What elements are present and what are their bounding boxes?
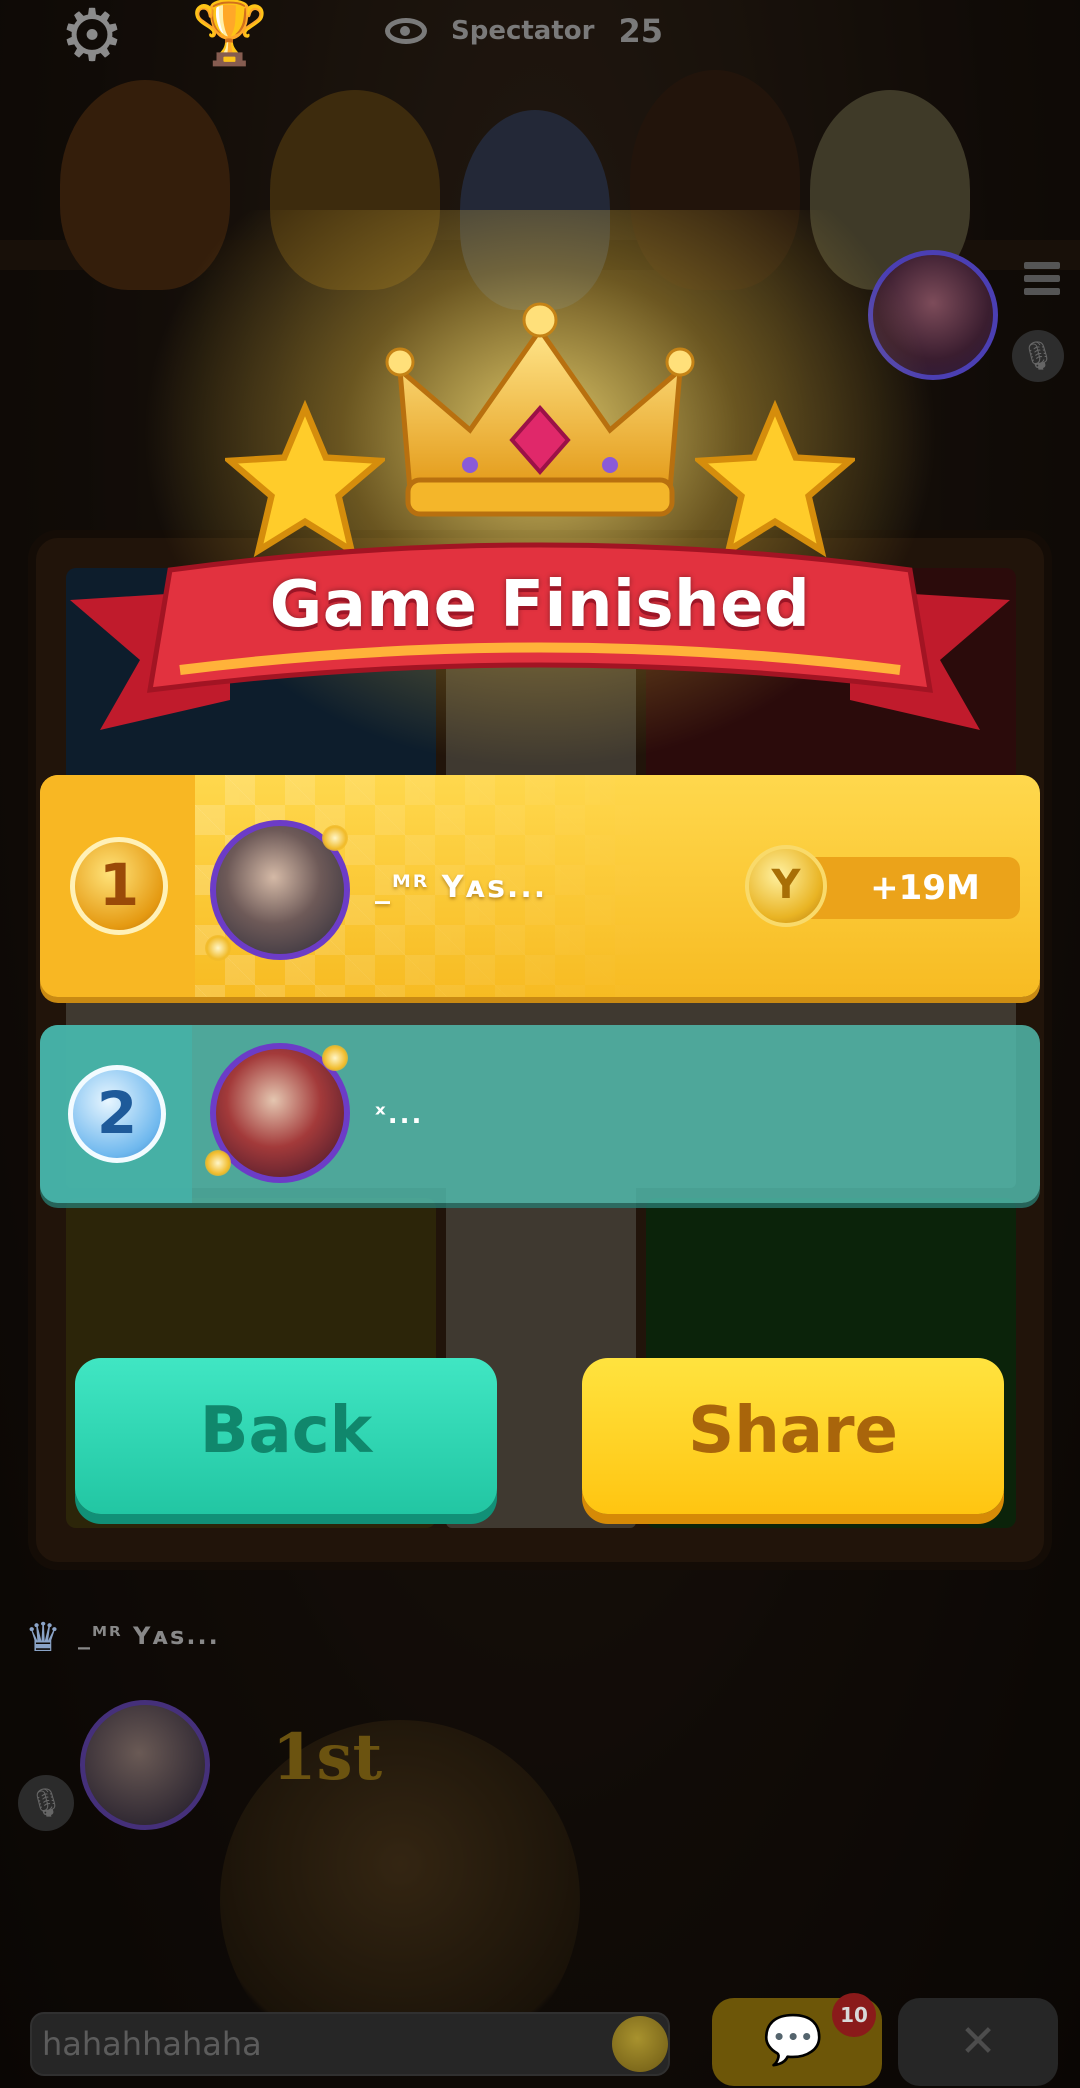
spectator-label: Spectator <box>451 16 595 46</box>
avatar[interactable] <box>80 1700 210 1830</box>
player-name: _ᴹᴿ Yᴀs... <box>375 870 548 905</box>
rank-card-1: 1 _ᴹᴿ Yᴀs... +19M Y <box>40 775 1040 997</box>
chat-input[interactable]: hahahhahaha <box>30 2012 670 2076</box>
place-label: 1st <box>272 1720 383 1795</box>
crown-icon: ♛ <box>25 1615 61 1661</box>
menu-icon[interactable] <box>1024 262 1060 310</box>
rank-badge-2: 2 <box>68 1065 166 1163</box>
coin-icon: Y <box>745 845 827 927</box>
player-name: _ᴹᴿ Yᴀs... <box>78 1622 220 1650</box>
crown-icon <box>385 302 695 517</box>
emoji-icon[interactable] <box>612 2016 668 2072</box>
rank-badge-1: 1 <box>70 837 168 935</box>
mic-icon[interactable]: 🎙 <box>18 1775 74 1831</box>
mic-icon[interactable]: 🎙 <box>1012 330 1064 382</box>
spectator-counter[interactable]: Spectator 25 <box>385 6 663 56</box>
chat-icon: 💬 <box>763 2012 823 2068</box>
sparkle-icon <box>322 825 348 851</box>
trophy-icon[interactable]: 🏆 <box>180 0 280 70</box>
rank-card-2: 2 ˣ... <box>40 1025 1040 1203</box>
back-button[interactable]: Back <box>75 1358 497 1514</box>
sparkle-icon <box>322 1045 348 1071</box>
reward-amount: +19M <box>870 868 980 908</box>
share-button[interactable]: Share <box>582 1358 1004 1514</box>
sparkle-icon <box>205 1150 231 1176</box>
gear-icon[interactable]: ⚙ <box>46 0 138 71</box>
game-finished-title: Game Finished <box>269 568 811 642</box>
player-name: ˣ... <box>375 1100 424 1130</box>
chat-unread-badge: 10 <box>832 1993 876 2037</box>
sparkle-icon <box>205 935 231 961</box>
mute-icon[interactable]: ✕ <box>898 1998 1058 2086</box>
eye-icon <box>385 18 427 44</box>
spectator-count: 25 <box>618 12 664 50</box>
